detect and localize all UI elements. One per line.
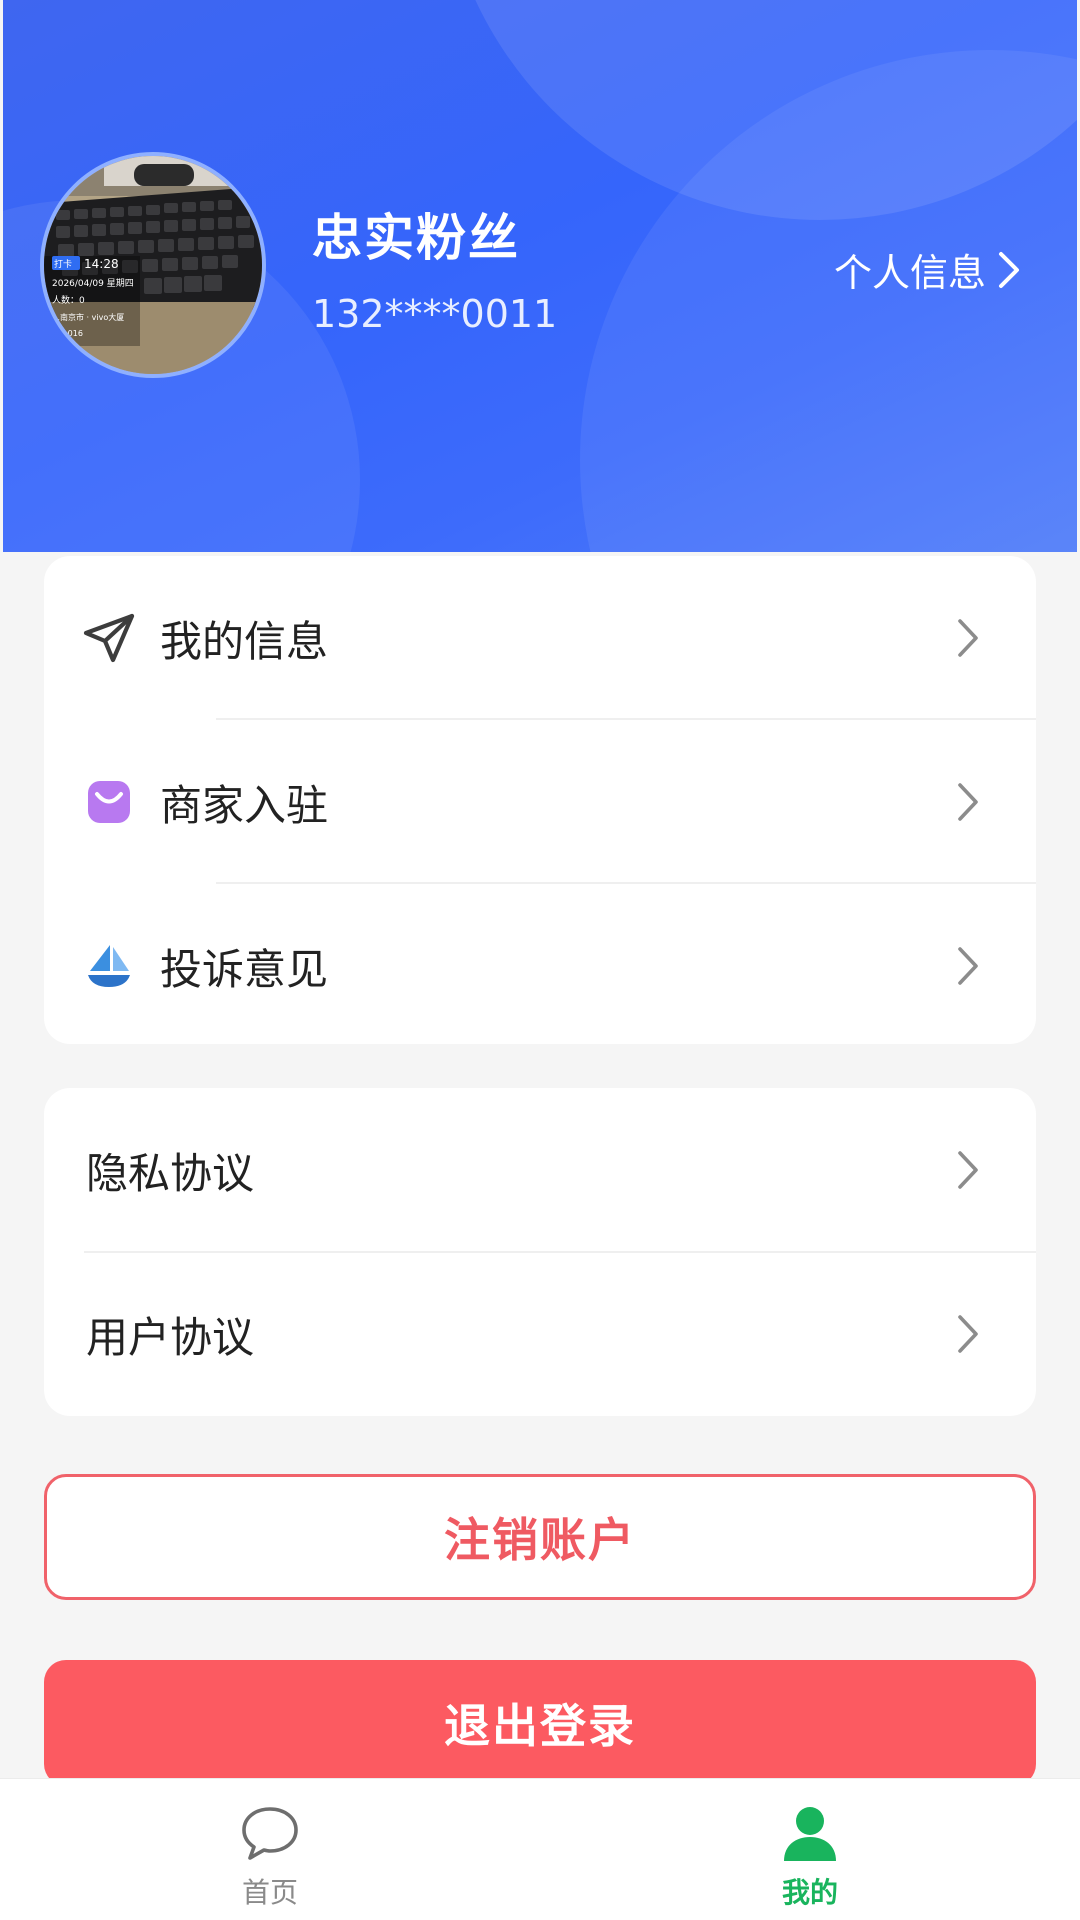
header-decor-circle [440,0,1080,220]
svg-text:2026/04/09 星期四: 2026/04/09 星期四 [52,278,134,289]
menu-item-label: 用户协议 [86,1312,255,1362]
tab-mine[interactable]: 我的 [710,1779,910,1920]
header-edge [0,0,3,552]
tab-label: 首页 [241,1876,298,1909]
svg-text:打卡: 打卡 [54,258,72,270]
menu-item-label: 投诉意见 [160,944,329,994]
profile-screen: 打卡 14:28 2026/04/09 星期四 人数：0 …南京市 · vivo… [0,0,1080,1920]
chat-bubble-icon [242,1807,298,1860]
menu-item-privacy-policy[interactable]: 隐私协议 [44,1088,1036,1252]
chevron-right-icon [958,1315,978,1353]
menu-item-my-info[interactable]: 我的信息 [44,556,1036,720]
chevron-right-icon [958,783,978,821]
personal-info-label: 个人信息 [833,251,986,295]
chevron-right-icon [958,947,978,985]
sailboat-icon [82,939,136,993]
shopping-bag-icon [82,775,136,829]
chevron-right-icon [958,1151,978,1189]
profile-header: 打卡 14:28 2026/04/09 星期四 人数：0 …南京市 · vivo… [0,0,1080,552]
tab-label: 我的 [781,1876,838,1909]
deactivate-account-button[interactable]: 注销账户 [44,1474,1036,1600]
logout-button[interactable]: 退出登录 [44,1660,1036,1786]
menu-item-complaints[interactable]: 投诉意见 [44,884,1036,1048]
avatar-photo: 打卡 14:28 2026/04/09 星期四 人数：0 …南京市 · vivo… [44,156,262,374]
svg-text:人数：0: 人数：0 [52,294,85,306]
menu-item-user-agreement[interactable]: 用户协议 [44,1252,1036,1416]
bottom-tab-bar: 首页 我的 [0,1778,1080,1920]
header-decor-circle [580,50,1080,552]
personal-info-link[interactable]: 个人信息 [834,242,1022,297]
chevron-right-icon [958,619,978,657]
menu-item-label: 商家入驻 [160,780,329,830]
user-name: 忠实粉丝 [312,209,520,267]
chevron-right-icon [999,251,1019,288]
user-phone: 132****0011 [312,292,558,336]
user-icon [784,1807,836,1861]
menu-card-primary: 我的信息 商家入驻 投诉意见 [44,556,1036,1044]
menu-item-merchant-join[interactable]: 商家入驻 [44,720,1036,884]
avatar[interactable]: 打卡 14:28 2026/04/09 星期四 人数：0 …南京市 · vivo… [40,152,266,378]
tab-home[interactable]: 首页 [170,1779,370,1920]
svg-text:14:28: 14:28 [84,257,119,271]
svg-text:…5.016: …5.016 [52,329,83,338]
menu-item-label: 我的信息 [160,616,329,666]
paper-plane-icon [82,611,136,665]
menu-item-label: 隐私协议 [86,1148,255,1198]
menu-card-agreements: 隐私协议 用户协议 [44,1088,1036,1416]
svg-text:…南京市 · vivo大厦: …南京市 · vivo大厦 [52,312,124,322]
